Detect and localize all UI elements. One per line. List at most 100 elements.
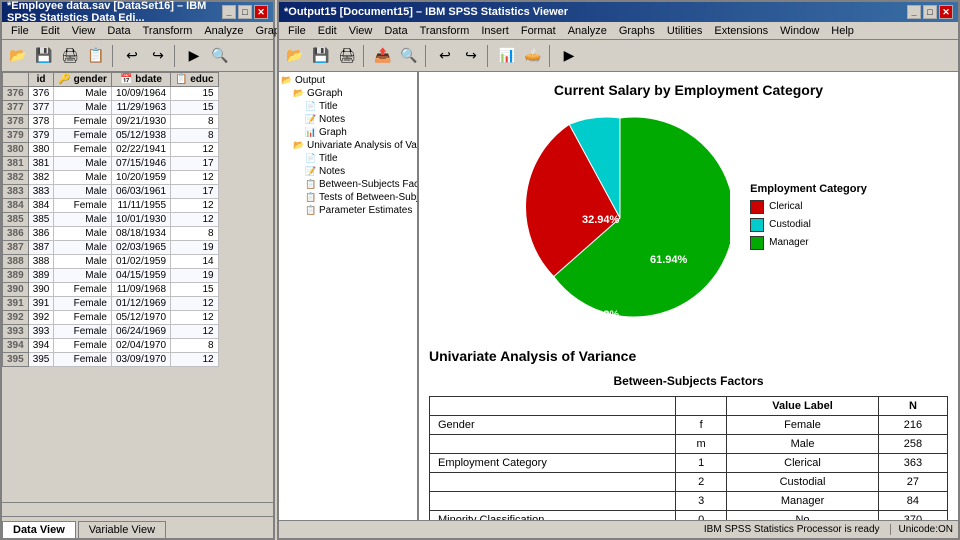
- r-sep-1: [363, 45, 367, 67]
- tree-item[interactable]: 📂Univariate Analysis of Variance: [281, 139, 415, 152]
- row-number: 394: [3, 339, 29, 353]
- save-icon[interactable]: 💾: [32, 44, 56, 68]
- r-menu-utilities[interactable]: Utilities: [662, 24, 707, 38]
- tab-data-view[interactable]: Data View: [2, 521, 76, 538]
- tree-item[interactable]: 📋Between-Subjects Factors: [281, 178, 415, 191]
- menu-file[interactable]: File: [6, 24, 34, 38]
- right-restore-btn[interactable]: □: [923, 5, 937, 19]
- r-save-icon[interactable]: 💾: [309, 44, 333, 68]
- redo-icon[interactable]: ↪: [146, 44, 170, 68]
- tree-item[interactable]: 📄Title: [281, 152, 415, 165]
- row-number: 388: [3, 255, 29, 269]
- anova-row: Employment Category 1 Clerical 363: [430, 454, 948, 473]
- menu-analyze[interactable]: Analyze: [199, 24, 248, 38]
- go-to-data-icon[interactable]: ▶: [182, 44, 206, 68]
- output-main[interactable]: Current Salary by Employment Category: [419, 72, 958, 520]
- right-minimize-btn[interactable]: _: [907, 5, 921, 19]
- output-content: 📂Output📂GGraph📄Title📝Notes📊Graph📂Univari…: [279, 72, 958, 520]
- value-cell: 3: [676, 492, 727, 511]
- r-menu-data[interactable]: Data: [379, 24, 412, 38]
- tree-item[interactable]: 📝Notes: [281, 165, 415, 178]
- r-menu-insert[interactable]: Insert: [476, 24, 514, 38]
- custodial-label: Custodial: [769, 219, 811, 230]
- r-open-icon[interactable]: 📂: [283, 44, 307, 68]
- output-tree[interactable]: 📂Output📂GGraph📄Title📝Notes📊Graph📂Univari…: [279, 72, 419, 520]
- cell-educ: 12: [171, 213, 219, 227]
- r-menu-format[interactable]: Format: [516, 24, 561, 38]
- col-educ[interactable]: 📋 educ: [171, 73, 219, 87]
- tree-item[interactable]: 📂Output: [281, 74, 415, 87]
- right-menu-bar: File Edit View Data Transform Insert For…: [279, 22, 958, 40]
- menu-edit[interactable]: Edit: [36, 24, 65, 38]
- table-row: 387 387 Male 02/03/1965 19: [3, 241, 219, 255]
- r-menu-graphs[interactable]: Graphs: [614, 24, 660, 38]
- right-close-btn[interactable]: ✕: [939, 5, 953, 19]
- col-bdate[interactable]: 📅 bdate: [111, 73, 170, 87]
- horizontal-scrollbar[interactable]: [2, 502, 273, 516]
- find-icon[interactable]: 🔍: [208, 44, 232, 68]
- tab-variable-view[interactable]: Variable View: [78, 521, 166, 538]
- value-cell: m: [676, 435, 727, 454]
- print-icon[interactable]: 🖨: [58, 44, 82, 68]
- row-number: 378: [3, 115, 29, 129]
- menu-data[interactable]: Data: [102, 24, 135, 38]
- r-menu-edit[interactable]: Edit: [313, 24, 342, 38]
- close-btn[interactable]: ✕: [254, 5, 268, 19]
- r-redo-icon[interactable]: ↪: [459, 44, 483, 68]
- r-menu-view[interactable]: View: [344, 24, 378, 38]
- cell-bdate: 04/15/1959: [111, 269, 170, 283]
- tree-item[interactable]: 📋Tests of Between-Subjects: [281, 191, 415, 204]
- legend-manager: Manager: [750, 236, 867, 250]
- cell-bdate: 02/03/1965: [111, 241, 170, 255]
- menu-transform[interactable]: Transform: [138, 24, 198, 38]
- tree-item-icon: 📝: [305, 166, 319, 177]
- data-table-container[interactable]: id 🔑 gender 📅 bdate 📋 educ 376 376 Male …: [2, 72, 273, 502]
- minimize-btn[interactable]: _: [222, 5, 236, 19]
- row-number: 379: [3, 129, 29, 143]
- r-menu-window[interactable]: Window: [775, 24, 824, 38]
- r-find-icon[interactable]: 🔍: [397, 44, 421, 68]
- cell-bdate: 01/12/1969: [111, 297, 170, 311]
- r-menu-help[interactable]: Help: [826, 24, 859, 38]
- tree-item[interactable]: 📋Parameter Estimates: [281, 204, 415, 217]
- r-run-icon[interactable]: ▶: [557, 44, 581, 68]
- cell-educ: 15: [171, 101, 219, 115]
- r-pie-chart-icon[interactable]: 🥧: [521, 44, 545, 68]
- cell-educ: 12: [171, 353, 219, 367]
- open-icon[interactable]: 📂: [6, 44, 30, 68]
- col-id[interactable]: id: [28, 73, 54, 87]
- menu-view[interactable]: View: [67, 24, 101, 38]
- tree-item[interactable]: 📊Graph: [281, 126, 415, 139]
- dialog-recall-icon[interactable]: 📋: [84, 44, 108, 68]
- tree-item-label: Univariate Analysis of Variance: [307, 140, 419, 151]
- table-row: 384 384 Female 11/11/1955 12: [3, 199, 219, 213]
- r-menu-analyze[interactable]: Analyze: [563, 24, 612, 38]
- r-undo-icon[interactable]: ↩: [433, 44, 457, 68]
- r-menu-transform[interactable]: Transform: [415, 24, 475, 38]
- chart-title: Current Salary by Employment Category: [429, 82, 948, 98]
- r-print-icon[interactable]: 🖨: [335, 44, 359, 68]
- factor-cell: [430, 492, 676, 511]
- table-row: 385 385 Male 10/01/1930 12: [3, 213, 219, 227]
- n-cell: 27: [878, 473, 947, 492]
- col-gender[interactable]: 🔑 gender: [54, 73, 112, 87]
- undo-icon[interactable]: ↩: [120, 44, 144, 68]
- tree-item-label: Tests of Between-Subjects: [319, 192, 419, 203]
- cell-id: 387: [28, 241, 54, 255]
- anova-row: Minority Classification 0 No 370: [430, 511, 948, 521]
- label-cell: Manager: [727, 492, 879, 511]
- r-export-icon[interactable]: 📤: [371, 44, 395, 68]
- factor-cell: [430, 435, 676, 454]
- r-menu-file[interactable]: File: [283, 24, 311, 38]
- cell-id: 390: [28, 283, 54, 297]
- cell-gender: Female: [54, 311, 112, 325]
- tree-item[interactable]: 📄Title: [281, 100, 415, 113]
- restore-btn[interactable]: □: [238, 5, 252, 19]
- r-menu-extensions[interactable]: Extensions: [709, 24, 773, 38]
- r-bar-chart-icon[interactable]: 📊: [495, 44, 519, 68]
- tree-item[interactable]: 📂GGraph: [281, 87, 415, 100]
- n-cell: 370: [878, 511, 947, 521]
- tree-item[interactable]: 📝Notes: [281, 113, 415, 126]
- table-row: 395 395 Female 03/09/1970 12: [3, 353, 219, 367]
- cell-bdate: 10/01/1930: [111, 213, 170, 227]
